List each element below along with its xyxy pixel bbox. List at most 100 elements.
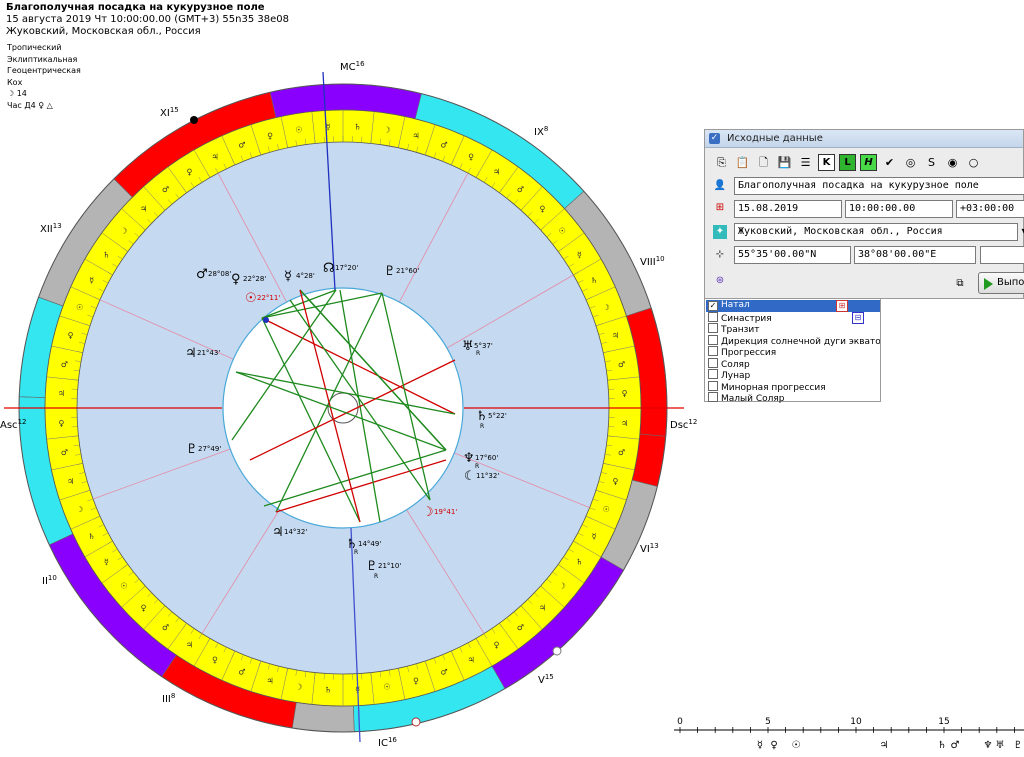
list-item-direction[interactable]: Дирекция солнечной дуги экватори	[706, 334, 880, 346]
circle-icon[interactable]: ○	[965, 154, 982, 171]
center-type: Геоцентрическая	[7, 66, 81, 75]
cusp-label-xii: XII13	[40, 222, 62, 235]
coordinates-icon: ⊹	[715, 249, 725, 260]
run-button[interactable]: Выпол	[978, 272, 1024, 294]
ring-glyph: ♃	[539, 603, 546, 612]
ring-glyph: ♄	[88, 532, 95, 541]
ring-glyph: ☿	[104, 558, 109, 567]
planet-glyph: ☿	[284, 269, 292, 284]
new-document-icon[interactable]: 🗋	[755, 154, 772, 171]
ring-glyph: ♄	[591, 276, 598, 285]
sign-ring-segment	[639, 407, 668, 437]
planet-glyph: ♆	[463, 451, 475, 466]
chart-header: Благополучная посадка на кукурузное поле…	[6, 2, 289, 38]
planet-degree: 4°28'	[296, 272, 315, 280]
planet-glyph: ♇	[366, 559, 378, 574]
ring-glyph: ♄	[325, 686, 332, 695]
map-icon: ✦	[713, 225, 727, 239]
planet-glyph: ♅	[462, 339, 474, 354]
ring-glyph: ♃	[186, 641, 193, 650]
chart-datetime: 15 августа 2019 Чт 10:00:00.00 (GMT+3) 5…	[6, 14, 289, 25]
ring-glyph: ☉	[559, 227, 566, 236]
ring-glyph: ♀	[622, 389, 628, 398]
h-button[interactable]: H	[860, 154, 877, 171]
scale-planet-glyph: ♂	[951, 740, 960, 751]
degree-scale: 0 5 10 15 ☿ ♀ ☉ ♃ ♄ ♂ ♆ ♅ ♇	[674, 717, 1024, 751]
ring-glyph: ☿	[577, 250, 582, 259]
list-item-natal[interactable]: ✓ Натал	[706, 300, 880, 312]
retrograde-mark: R	[475, 463, 479, 470]
ring-glyph: ☉	[384, 683, 391, 692]
list-item-transit[interactable]: Транзит	[706, 323, 880, 335]
planet-glyph: ♂	[196, 267, 208, 282]
spiral-icon[interactable]: ◎	[902, 154, 919, 171]
planet-degree: 28°08'	[208, 270, 231, 278]
ring-glyph: ♄	[576, 558, 583, 567]
ring-glyph: ♀	[494, 641, 500, 650]
cusp-label-vi: VI13	[640, 542, 659, 555]
sun-dot	[263, 317, 269, 323]
planet-glyph: ♄	[476, 409, 488, 424]
synastry-icon[interactable]: ⊟	[852, 312, 864, 324]
cusp-label-viii: VIII10	[640, 255, 665, 268]
date-field[interactable]: 15.08.2019	[734, 200, 842, 218]
list-item-small-solar[interactable]: Малый Соляр	[706, 392, 880, 404]
planet-glyph: ♇	[384, 264, 396, 279]
list-item-lunar[interactable]: Лунар	[706, 369, 880, 381]
ring-glyph: ♃	[140, 205, 147, 214]
time-field[interactable]: 10:00:00.00	[845, 200, 953, 218]
ring-glyph: ♀	[212, 655, 218, 664]
marker-circle	[411, 717, 421, 727]
ring-glyph: ♂	[618, 448, 625, 457]
longitude-field[interactable]: 38°08'00.00"E	[854, 246, 976, 264]
scale-label: 10	[850, 717, 862, 727]
scale-label: 5	[765, 717, 771, 727]
cusp-label-xi: XI15	[160, 106, 179, 119]
planet-degree: 11°32'	[476, 472, 499, 480]
latitude-field[interactable]: 55°35'00.00"N	[734, 246, 851, 264]
natal-icon[interactable]: ⊞	[836, 300, 848, 312]
panel-titlebar: ✓ Исходные данные	[705, 130, 1023, 148]
chevron-down-icon[interactable]: ▾	[1017, 225, 1024, 239]
l-button[interactable]: L	[839, 154, 856, 171]
planet-degree: 19°41'	[434, 508, 457, 516]
ring-glyph: ♀	[141, 603, 147, 612]
ring-glyph: ♀	[468, 153, 474, 162]
ring-glyph: ♀	[539, 205, 545, 214]
zodiac-type: Тропический	[7, 43, 62, 52]
scale-planet-glyph: ♅	[996, 740, 1005, 751]
checkmark-icon[interactable]: ✔	[881, 154, 898, 171]
ring-glyph: ♃	[67, 477, 74, 486]
ring-glyph: ♂	[238, 667, 245, 676]
ring-glyph: ☽	[120, 227, 127, 236]
planet-degree: 14°32'	[284, 528, 307, 536]
paste-icon[interactable]: 📋	[734, 154, 751, 171]
k-button[interactable]: K	[818, 154, 835, 171]
list-item-progression[interactable]: Прогрессия	[706, 346, 880, 358]
list-item-minor-progression[interactable]: Минорная прогрессия	[706, 380, 880, 392]
chart-location: Жуковский, Московская обл., Россия	[6, 26, 201, 37]
ring-glyph: ♃	[493, 167, 500, 176]
planet-degree: 17°20'	[335, 264, 358, 272]
list-item-solar[interactable]: Соляр	[706, 357, 880, 369]
save-icon[interactable]: 💾	[776, 154, 793, 171]
radio-icon[interactable]: ◉	[944, 154, 961, 171]
ring-glyph: ♃	[266, 676, 273, 685]
moon-day: ☽ 14	[7, 89, 27, 98]
place-field[interactable]: Жуковский, Московская обл., Россия	[734, 223, 1018, 241]
extra-field[interactable]	[980, 246, 1024, 264]
timezone-field[interactable]: +03:00:00	[956, 200, 1024, 218]
scale-planet-glyph: ♃	[880, 740, 889, 751]
person-icon: 👤	[713, 180, 727, 191]
ring-glyph: ♃	[467, 655, 474, 664]
copy-icon[interactable]: ⎘	[713, 154, 730, 171]
ring-glyph: ☿	[592, 532, 597, 541]
ring-glyph: ♂	[61, 360, 68, 369]
list-icon[interactable]: ☰	[797, 154, 814, 171]
export-icon[interactable]: ⧉	[953, 277, 967, 291]
cusp-label-ic: IC16	[378, 736, 397, 749]
globe-icon[interactable]: ⊛	[713, 274, 727, 288]
planet-glyph: ☊	[323, 261, 335, 276]
chart-name-field[interactable]: Благополучная посадка на кукурузное поле	[734, 177, 1024, 195]
s-icon[interactable]: S	[923, 154, 940, 171]
